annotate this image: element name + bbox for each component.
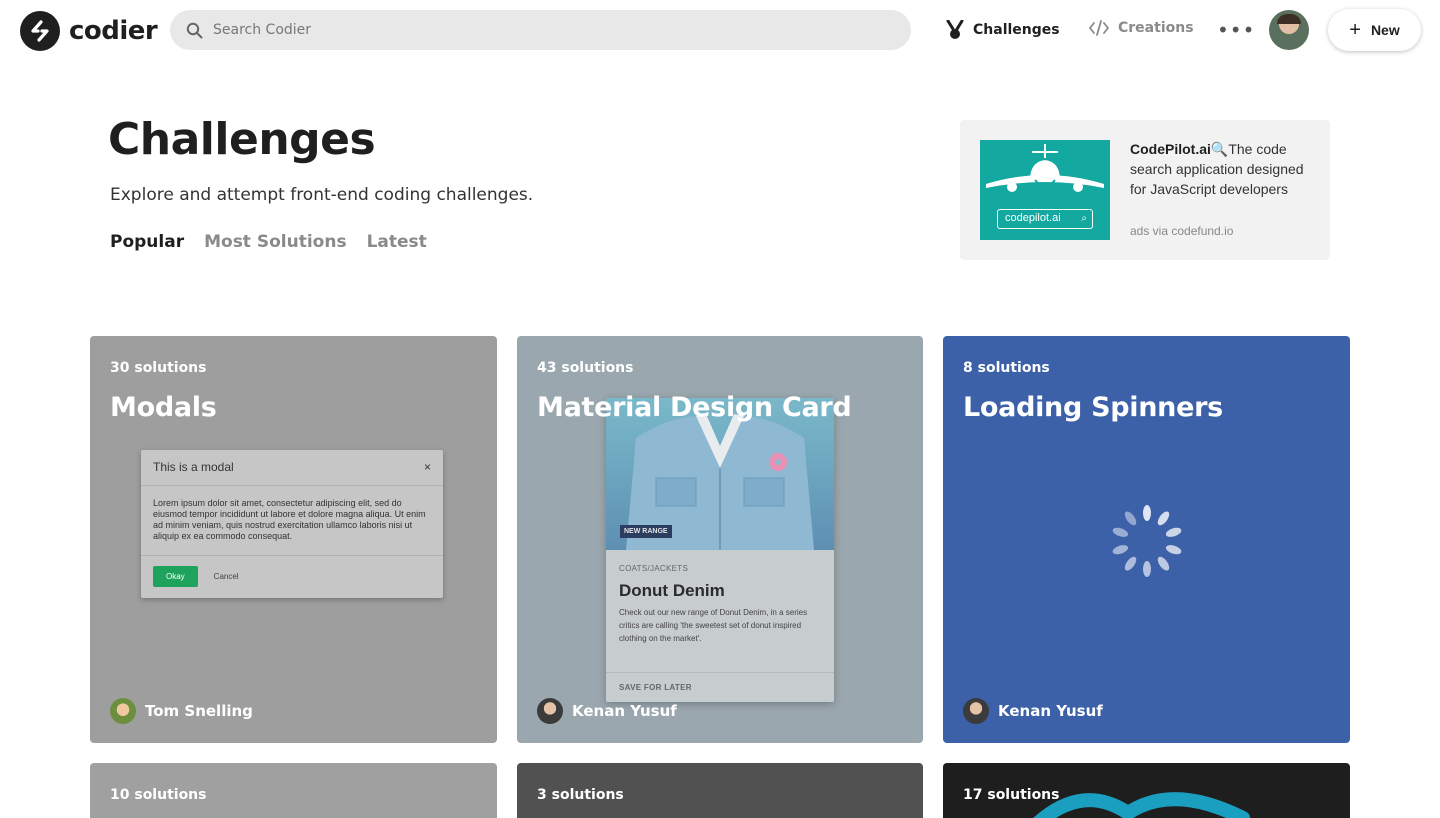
solutions-count: 8 solutions [963,360,1050,376]
codier-logo-icon [20,11,60,51]
solutions-count: 30 solutions [110,360,207,376]
more-menu-icon[interactable]: ••• [1217,20,1255,40]
modal-footer: Okay Cancel [141,556,443,597]
nav-challenges-label: Challenges [973,22,1060,38]
challenge-card[interactable]: 17 solutions [943,763,1350,818]
ad-brand: CodePilot.ai [1130,141,1211,157]
author-name: Kenan Yusuf [572,702,677,720]
ad-text: CodePilot.ai🔍The code search application… [1130,139,1315,199]
solutions-count: 43 solutions [537,360,634,376]
challenge-title: Material Design Card [537,392,852,423]
material-description: Check out our new range of Donut Denim, … [619,608,808,643]
save-for-later-button: SAVE FOR LATER [619,683,692,692]
nav-creations[interactable]: Creations [1089,20,1194,36]
author-name: Tom Snelling [145,702,253,720]
modal-okay-button: Okay [153,566,198,587]
challenge-title: Modals [110,392,217,423]
close-icon: × [423,460,431,474]
new-range-badge: NEW RANGE [620,525,672,538]
solutions-count: 10 solutions [110,787,207,803]
author-avatar [110,698,136,724]
challenge-card-material-design[interactable]: 43 solutions Material Design Card NEW RA… [517,336,923,743]
tab-most-solutions[interactable]: Most Solutions [204,232,346,252]
ad-via[interactable]: ads via codefund.io [1130,224,1233,238]
challenge-card-loading-spinners[interactable]: 8 solutions Loading Spinners Kenan Yusuf [943,336,1350,743]
card-author[interactable]: Tom Snelling [110,698,253,724]
code-icon [1089,20,1109,36]
magnifier-icon: ⌕ [1081,213,1087,224]
author-avatar [537,698,563,724]
nav-challenges[interactable]: Challenges [946,20,1060,40]
plus-icon: + [1349,19,1361,41]
medal-icon [946,20,964,39]
challenge-title: Loading Spinners [963,392,1223,423]
modal-title: This is a modal [153,460,234,474]
sort-tabs: Popular Most Solutions Latest [110,232,427,252]
author-name: Kenan Yusuf [998,702,1103,720]
material-product-name: Donut Denim [619,581,725,600]
user-avatar[interactable] [1269,10,1309,50]
card-author[interactable]: Kenan Yusuf [537,698,677,724]
material-card-preview: NEW RANGE COATS/JACKETS Donut Denim Chec… [606,398,834,702]
tab-popular[interactable]: Popular [110,232,184,252]
tab-latest[interactable]: Latest [367,232,427,252]
new-button[interactable]: + New [1328,9,1421,51]
nav-creations-label: Creations [1118,20,1194,36]
ad-image-domain-text: codepilot.ai [1005,212,1061,224]
search-bar[interactable] [170,10,911,50]
challenge-card[interactable]: 3 solutions [517,763,923,818]
airplane-icon [986,144,1104,192]
divider [606,672,834,673]
modal-cancel-button: Cancel [213,572,239,581]
ad-emoji: 🔍 [1210,141,1229,157]
solutions-count: 3 solutions [537,787,624,803]
card-author[interactable]: Kenan Yusuf [963,698,1103,724]
search-icon [186,22,203,38]
new-button-label: New [1370,22,1400,38]
search-input[interactable] [213,22,863,38]
challenge-card[interactable]: 10 solutions [90,763,497,818]
modal-body: Lorem ipsum dolor sit amet, consectetur … [141,486,443,556]
solutions-count: 17 solutions [963,787,1060,803]
ad-image-domain: codepilot.ai ⌕ [997,209,1093,229]
page-subtitle: Explore and attempt front-end coding cha… [110,185,534,205]
ad-box[interactable]: codepilot.ai ⌕ CodePilot.ai🔍The code sea… [960,120,1330,260]
logo[interactable]: codier [20,11,158,51]
logo-text: codier [69,16,158,46]
material-category: COATS/JACKETS [619,564,689,573]
page-title: Challenges [108,114,376,165]
modal-preview: This is a modal × Lorem ipsum dolor sit … [141,450,443,598]
modal-header: This is a modal × [141,450,443,486]
ad-image[interactable]: codepilot.ai ⌕ [980,140,1110,240]
author-avatar [963,698,989,724]
spinner-icon [1112,505,1182,577]
top-header: codier Challenges Creations ••• + New [0,0,1440,62]
challenge-card-modals[interactable]: 30 solutions Modals This is a modal × Lo… [90,336,497,743]
